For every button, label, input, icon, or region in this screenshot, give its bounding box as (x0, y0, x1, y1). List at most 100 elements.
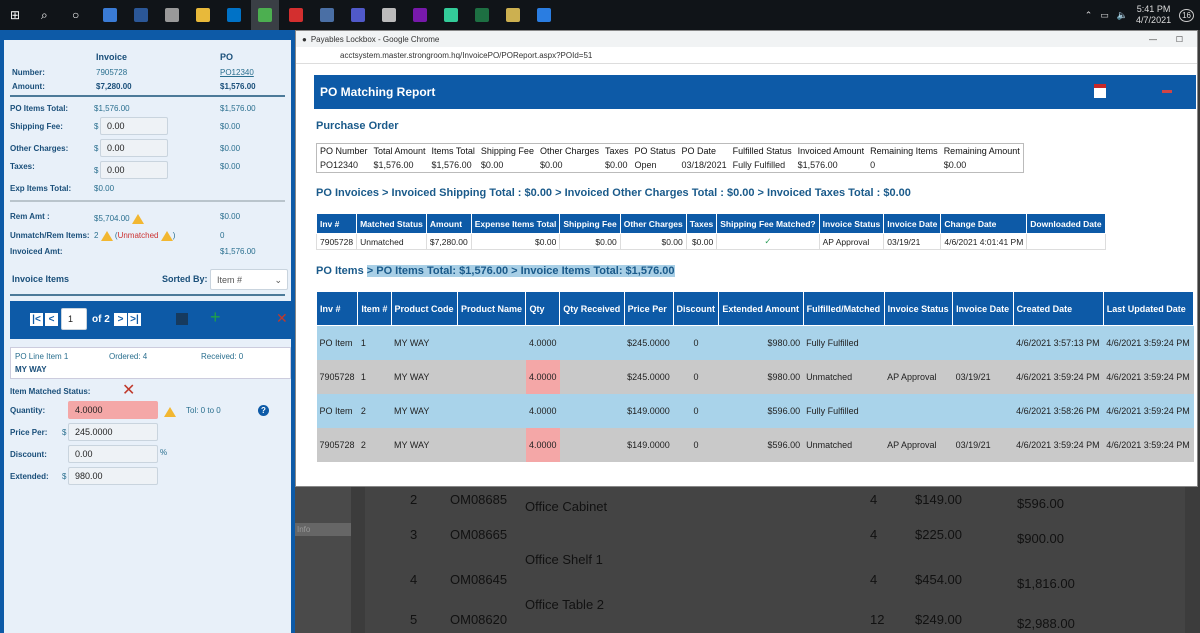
po-items-table: Inv # Item # Product Code Product Name Qty Qt… (315, 291, 1195, 462)
divider (10, 95, 285, 97)
report-header: PO Matching Report (314, 75, 1196, 109)
item-header: Qty (525, 291, 561, 326)
acrobat-icon[interactable] (282, 0, 310, 30)
chrome-window: ● Payables Lockbox - Google Chrome — ☐ acc… (295, 30, 1198, 487)
table-row[interactable]: 7905728 1 MY WAY 4.0000 $245.0000 0 $980.00 Unm… (316, 359, 1194, 394)
po-cell: $1,576.00 (431, 160, 472, 170)
invoice-cell: 4/6/2021 4:01:41 PM (940, 233, 1028, 250)
quantity-input[interactable]: 4.0000 (68, 401, 158, 419)
chevron-up-icon[interactable]: ⌃ (1085, 10, 1093, 21)
shipping-label: Shipping Fee: (10, 122, 63, 131)
item-cell: PO Item (316, 393, 358, 428)
next-page-button[interactable]: > (114, 313, 127, 326)
price-per-label: Price Per: (10, 428, 48, 437)
taxes-input[interactable]: 0.00 (100, 161, 168, 179)
item-cell: $596.00 (718, 427, 804, 462)
excel-icon[interactable] (468, 0, 496, 30)
background-document: Info 2 OM08685 Office Cabinet 4 $149.00 $596.… (295, 487, 1200, 633)
item-cell: 1 (357, 325, 392, 360)
add-icon[interactable]: + (210, 307, 221, 328)
price-per-input[interactable]: 245.0000 (68, 423, 158, 441)
clock[interactable]: 5:41 PM 4/7/2021 (1136, 4, 1171, 26)
title-bar: ● Payables Lockbox - Google Chrome — ☐ (296, 31, 1197, 47)
chrome-icon[interactable] (251, 0, 279, 30)
discount-input[interactable]: 0.00 (68, 445, 158, 463)
unmatched-x-icon: ✕ (122, 382, 136, 399)
table-row[interactable]: PO Item 2 MY WAY 4.0000 $149.0000 0 $596.00 Ful… (316, 393, 1194, 428)
remote-desktop-icon[interactable] (313, 0, 341, 30)
other-charges-input[interactable]: 0.00 (100, 139, 168, 157)
windows-icon[interactable]: ⊞ (3, 0, 31, 30)
url: acctsystem.master.strongroom.hq/InvoiceP… (340, 51, 593, 60)
cortana-icon[interactable]: ○ (65, 0, 93, 30)
po-header: PO Date (681, 146, 717, 156)
po-invoices-table: Inv # Matched Status Amount Expense Items T… (315, 213, 1106, 250)
table-row[interactable]: 7905728 2 MY WAY 4.0000 $149.0000 0 $596.00 Unm… (316, 427, 1194, 462)
col-po: PO (220, 52, 234, 62)
delete-icon[interactable]: ✕ (276, 310, 288, 327)
maximize-button[interactable]: ☐ (1176, 35, 1183, 44)
first-page-button[interactable]: |< (30, 313, 43, 326)
unmatch-count: 2 (94, 231, 99, 241)
address-bar[interactable]: acctsystem.master.strongroom.hq/InvoiceP… (296, 47, 1197, 64)
pdf-icon[interactable] (1094, 84, 1106, 98)
item-header: Product Name (456, 291, 527, 326)
media-player-icon[interactable] (530, 0, 558, 30)
doc-n: 4 (410, 572, 418, 587)
last-page-button[interactable]: >| (128, 313, 141, 326)
minimize-button[interactable]: — (1149, 35, 1157, 44)
page-input[interactable]: 1 (61, 308, 87, 330)
po-amount: $1,576.00 (220, 82, 256, 91)
col-invoice: Invoice (96, 52, 128, 62)
prev-page-button[interactable]: < (45, 313, 58, 326)
invoice-header: Downloaded Date (1026, 213, 1106, 234)
po-number-link[interactable]: PO12340 (220, 68, 254, 77)
teams-icon[interactable] (344, 0, 372, 30)
word-icon[interactable] (127, 0, 155, 30)
help-icon[interactable]: ? (258, 405, 269, 416)
item-cell: 4.0000 (525, 359, 560, 394)
save-icon[interactable] (176, 313, 188, 325)
item-cell: $149.0000 (624, 393, 674, 428)
po-header: Remaining Amount (943, 146, 1020, 156)
onenote-icon[interactable] (406, 0, 434, 30)
date: 4/7/2021 (1136, 15, 1172, 25)
po-items-total-label: PO Items Total: (10, 104, 69, 113)
snipping-icon[interactable] (158, 0, 186, 30)
shipping-fee-input[interactable]: 0.00 (100, 117, 168, 135)
app-icon[interactable] (499, 0, 527, 30)
globe-icon: ● (302, 34, 307, 44)
sort-select[interactable]: Item # ⌄ (210, 269, 288, 290)
item-header: Fulfilled/Matched (802, 291, 885, 326)
item-header: Last Updated Date (1102, 291, 1195, 326)
purchase-order-table: PO Number Total Amount Items Total Shipping… (316, 143, 1024, 173)
invoice-cell: $7,280.00 (425, 233, 472, 250)
network-icon[interactable]: ▭ (1100, 10, 1109, 21)
extended-input[interactable]: 980.00 (68, 467, 158, 485)
item-cell (457, 325, 526, 360)
search-icon[interactable]: ⌕ (34, 0, 62, 30)
check-icon: ✓ (716, 233, 820, 250)
po-cell: $0.00 (539, 160, 563, 170)
po-items-total-invoice: $1,576.00 (94, 104, 130, 113)
calculator-icon[interactable] (96, 0, 124, 30)
item-cell: MY WAY (391, 427, 458, 462)
table-row[interactable]: PO Item 1 MY WAY 4.0000 $245.0000 0 $980.00 Ful… (316, 325, 1194, 360)
item-cell: 2 (357, 393, 392, 428)
notifications-icon[interactable]: 16 (1179, 8, 1194, 22)
outlook-icon[interactable] (220, 0, 248, 30)
item-cell: 4/6/2021 3:59:24 PM (1013, 359, 1104, 394)
media-icon[interactable] (375, 0, 403, 30)
item-cell: 4/6/2021 3:59:24 PM (1103, 325, 1194, 360)
po-header: Fulfilled Status (732, 146, 792, 156)
item-header: Created Date (1012, 291, 1104, 326)
browser-icon[interactable] (437, 0, 465, 30)
file-explorer-icon[interactable] (189, 0, 217, 30)
collapse-icon[interactable] (1162, 90, 1172, 93)
unmatch-po: 0 (220, 231, 225, 240)
invoice-header: Shipping Fee Matched? (716, 213, 820, 234)
po-header: Taxes (604, 146, 629, 156)
volume-icon[interactable]: 🔈 (1117, 10, 1128, 21)
item-cell: MY WAY (391, 359, 458, 394)
invoice-header: Amount (425, 213, 472, 234)
